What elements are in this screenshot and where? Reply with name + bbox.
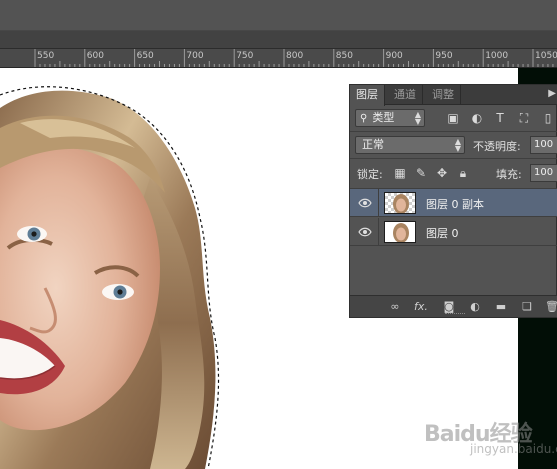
blend-row: 正常 ▲ ▼ 不透明度: 100: [350, 132, 557, 158]
blend-mode-select[interactable]: 正常 ▲ ▼: [355, 136, 465, 154]
lock-label: 锁定:: [357, 168, 383, 181]
divider: [378, 189, 379, 217]
lock-position-icon[interactable]: ✥: [435, 166, 449, 180]
ruler-label: 700: [186, 51, 204, 61]
adjustment-filter-icon[interactable]: ◐: [470, 111, 484, 125]
type-filter-icon[interactable]: T: [493, 111, 507, 125]
divider: [350, 158, 557, 159]
ruler-label: 800: [286, 51, 304, 61]
layer-row-base[interactable]: 图层 0: [350, 218, 557, 246]
ruler-label: 1050: [535, 51, 557, 61]
visibility-eye-icon[interactable]: [358, 226, 372, 238]
lock-all-icon[interactable]: 🔒︎: [456, 166, 470, 180]
ruler-label: 900: [385, 51, 403, 61]
layer-style-icon[interactable]: fx.: [414, 300, 428, 314]
ruler-label: 950: [435, 51, 453, 61]
spinner-arrows-icon: ▲ ▼: [414, 110, 421, 126]
smart-object-filter-icon[interactable]: ▯: [541, 111, 555, 125]
panel-tab-bar: 图层 通道 调整 ▶: [350, 85, 557, 106]
spinner-arrows-icon: ▲ ▼: [454, 137, 461, 153]
lock-row: 锁定: ▦ ✎ ✥ 🔒︎ 填充: 100: [350, 162, 557, 184]
ruler-label: 850: [335, 51, 353, 61]
filter-row: ⚲ 类型 ▲ ▼ ▣ ◐ T ⛶ ▯: [350, 105, 557, 131]
document-tab-strip: [0, 31, 557, 49]
panel-menu-icon[interactable]: ▶: [548, 88, 556, 99]
panel-bottom-toolbar: ∞ fx. ◙ ◐ ▬ ❏ 🗑︎: [350, 295, 557, 317]
new-layer-icon[interactable]: ❏: [520, 300, 534, 314]
ruler-label: 550: [37, 51, 55, 61]
thumbnail-portrait-image: [393, 194, 409, 213]
filter-kind-select[interactable]: ⚲ 类型 ▲ ▼: [355, 109, 425, 127]
search-icon: ⚲: [360, 113, 368, 124]
tab-channels[interactable]: 通道: [388, 85, 423, 105]
link-layers-icon[interactable]: ∞: [388, 300, 402, 314]
layer-name[interactable]: 图层 0 副本: [426, 196, 484, 212]
new-group-icon[interactable]: ▬: [494, 300, 508, 314]
ruler-ticks: [34, 49, 554, 67]
add-mask-icon[interactable]: ◙: [442, 300, 456, 314]
new-adjustment-layer-icon[interactable]: ◐: [468, 300, 482, 314]
filter-kind-label: 类型: [372, 111, 395, 124]
ruler-label: 1000: [485, 51, 509, 61]
opacity-input[interactable]: 100: [530, 136, 557, 154]
ruler-label: 750: [236, 51, 254, 61]
panel-resize-grip[interactable]: [445, 313, 465, 315]
visibility-eye-icon[interactable]: [358, 197, 372, 209]
thumbnail-portrait-image: [385, 222, 415, 242]
photoshop-window: 550 600 650 700 750 800 850 900 950 1000 1050: [0, 0, 557, 469]
opacity-label: 不透明度:: [473, 140, 521, 153]
layers-panel: 图层 通道 调整 ▶ ⚲ 类型 ▲ ▼ ▣ ◐ T ⛶ ▯ 正常 ▲ ▼ 不透明度: …: [349, 84, 557, 318]
horizontal-ruler: 550 600 650 700 750 800 850 900 950 1000 1050: [0, 49, 557, 68]
blend-mode-value: 正常: [362, 138, 384, 151]
tab-layers[interactable]: 图层: [350, 85, 385, 106]
layer-row-copy[interactable]: 图层 0 副本: [350, 189, 557, 217]
delete-layer-icon[interactable]: 🗑︎: [545, 300, 557, 314]
divider: [378, 218, 379, 246]
ruler-label: 600: [86, 51, 104, 61]
pixel-filter-icon[interactable]: ▣: [446, 111, 460, 125]
options-bar: [0, 0, 557, 31]
layer-name[interactable]: 图层 0: [426, 225, 459, 241]
tab-adjustments[interactable]: 调整: [426, 85, 461, 105]
layer-thumbnail: [384, 192, 416, 214]
layer-thumbnail: [384, 221, 416, 243]
fill-input[interactable]: 100: [530, 164, 557, 182]
fill-label: 填充:: [496, 168, 522, 181]
lock-image-pixels-icon[interactable]: ✎: [414, 166, 428, 180]
shape-filter-icon[interactable]: ⛶: [517, 111, 531, 125]
ruler-label: 650: [136, 51, 154, 61]
lock-transparent-pixels-icon[interactable]: ▦: [393, 166, 407, 180]
watermark-url: jingyan.baidu.com: [470, 442, 557, 456]
